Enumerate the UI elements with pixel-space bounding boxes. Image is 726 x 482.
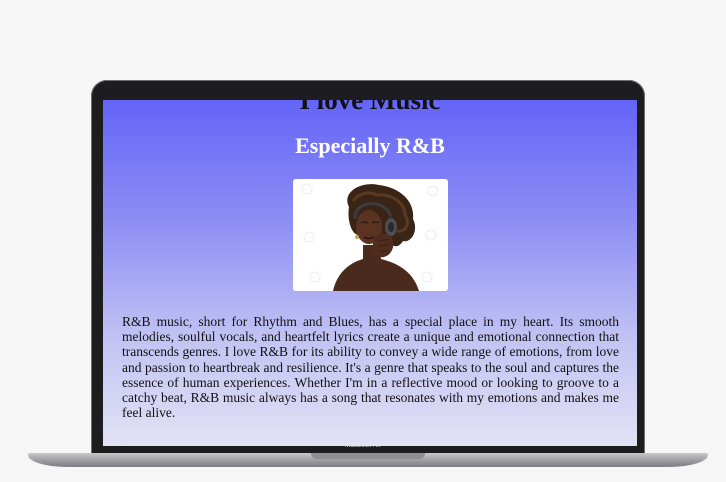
page-subtitle: Especially R&B xyxy=(295,133,445,158)
laptop-mockup: I love Music Especially R&B R&B music, s… xyxy=(0,0,726,482)
device-label: MacBook Air xyxy=(345,443,381,449)
laptop-notch xyxy=(311,453,425,459)
singer-photo xyxy=(293,179,448,291)
page-title: I love Music xyxy=(299,100,441,115)
body-paragraph: R&B music, short for Rhythm and Blues, h… xyxy=(122,314,619,421)
singer-illustration xyxy=(293,179,448,291)
laptop-screen: I love Music Especially R&B R&B music, s… xyxy=(103,100,637,446)
